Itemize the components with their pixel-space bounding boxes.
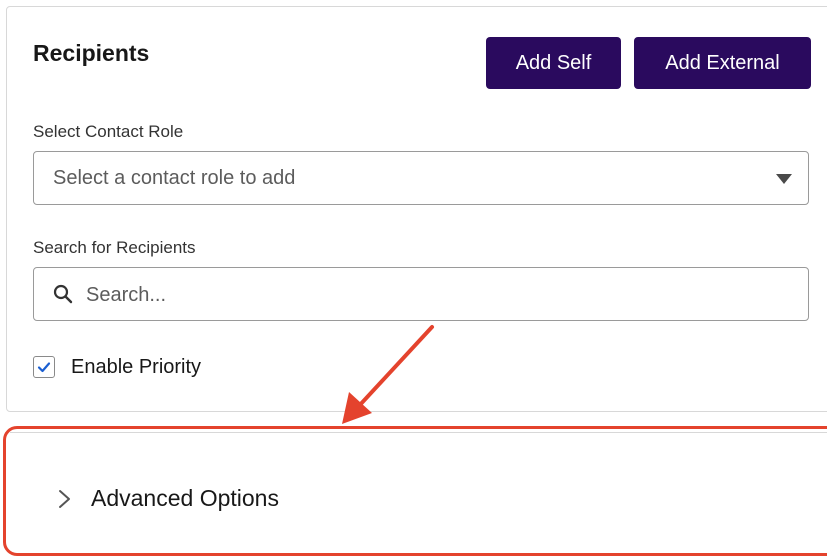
search-icon [53,284,73,304]
search-field[interactable] [33,267,809,321]
checkmark-icon [37,362,51,373]
recipients-title: Recipients [33,40,150,66]
enable-priority-checkbox[interactable] [33,356,55,378]
enable-priority-label: Enable Priority [71,356,202,378]
contact-role-select[interactable]: Select a contact role to add [33,151,809,205]
contact-role-placeholder: Select a contact role to add [53,166,296,189]
chevron-right-icon[interactable] [57,488,73,510]
contact-role-label: Select Contact Role [33,122,184,141]
search-recipients-label: Search for Recipients [33,238,196,257]
chevron-down-icon [776,174,792,184]
add-self-button[interactable]: Add Self [486,37,621,89]
search-input[interactable] [84,278,788,312]
advanced-options-label[interactable]: Advanced Options [91,485,279,512]
add-external-button[interactable]: Add External [634,37,811,89]
